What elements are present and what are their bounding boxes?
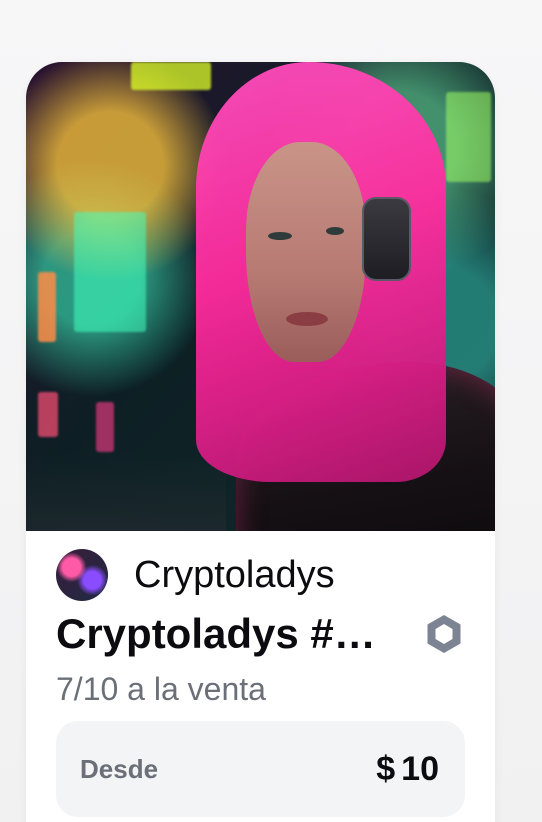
price-label: Desde [80,754,159,784]
nft-card[interactable]: Cryptoladys Cryptoladys #… 7/10 a la ven… [26,62,495,822]
price-box[interactable]: Desde $10 [56,721,465,817]
page: Cryptoladys Cryptoladys #… 7/10 a la ven… [0,0,542,822]
price-currency: $ [376,750,396,788]
hexagon-icon [427,615,461,653]
title-row: Cryptoladys #… [56,607,466,661]
artwork-figure [176,62,495,531]
figure-eye [326,227,344,235]
figure-lips [286,312,328,326]
figure-headset [362,197,411,281]
nft-title[interactable]: Cryptoladys #… [56,610,376,658]
neon-sign [38,272,56,342]
neon-sign [74,212,146,332]
neon-sign [96,402,114,452]
creator-link[interactable]: Cryptoladys [56,549,335,601]
availability-text: 7/10 a la venta [56,671,266,707]
creator-name[interactable]: Cryptoladys [134,549,335,601]
neon-sign [38,392,58,437]
price-amount: 10 [401,750,439,788]
creator-avatar[interactable] [56,549,108,601]
nft-artwork[interactable] [26,62,495,531]
figure-eye [268,232,292,240]
figure-face [246,142,366,362]
price-value: $10 [376,721,439,817]
